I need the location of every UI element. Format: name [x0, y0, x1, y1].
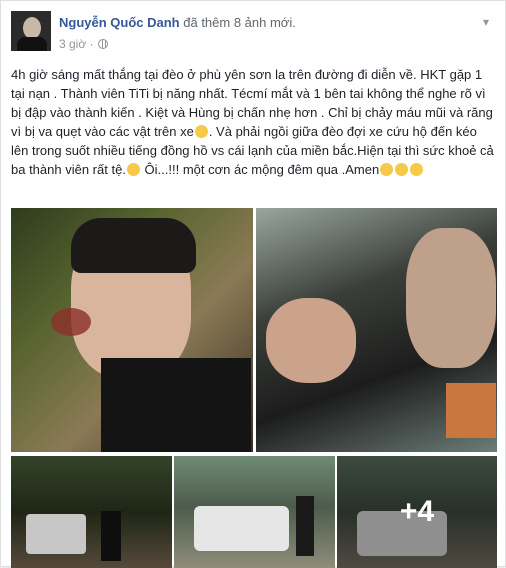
photo-2-face-shape	[266, 298, 356, 383]
photo-1-wound-shape	[51, 308, 91, 336]
more-photos-count: +4	[399, 495, 435, 528]
post-action: đã thêm 8 ảnh mới.	[183, 15, 296, 30]
photo-1-hair-shape	[71, 218, 196, 273]
more-photos-overlay[interactable]: +4	[337, 456, 497, 568]
photo-4-person-shape	[296, 496, 314, 556]
photo-3-person-shape	[101, 511, 121, 561]
sad-emoji-icon	[126, 163, 140, 176]
photo-1-shirt-shape	[101, 358, 251, 452]
smile-emoji-icon	[395, 163, 409, 176]
post-time[interactable]: 3 giờ ·	[59, 37, 94, 51]
photo-1[interactable]	[11, 208, 253, 452]
photo-2-shoulder-shape	[406, 228, 496, 368]
photo-5[interactable]: +4	[337, 456, 497, 568]
photo-4[interactable]	[174, 456, 335, 568]
globe-icon	[97, 39, 108, 49]
post-paragraph: 4h giờ sáng mất thắng tại đèo ở phù yên …	[11, 65, 497, 179]
photo-4-car-shape	[194, 506, 289, 551]
avatar[interactable]	[11, 11, 51, 51]
photo-2-cloth-shape	[446, 383, 496, 438]
post-text: 4h giờ sáng mất thắng tại đèo ở phù yên …	[11, 65, 497, 179]
photo-3[interactable]	[11, 456, 172, 568]
author-name[interactable]: Nguyễn Quốc Danh	[59, 15, 180, 30]
photo-3-car-shape	[26, 514, 86, 554]
photo-grid: +4	[11, 208, 497, 568]
post-header: Nguyễn Quốc Danh đã thêm 8 ảnh mới.	[59, 15, 296, 30]
smile-emoji-icon	[410, 163, 424, 176]
chevron-down-icon[interactable]: ▾	[479, 15, 493, 29]
crying-emoji-icon	[194, 125, 208, 138]
post-card: Nguyễn Quốc Danh đã thêm 8 ảnh mới. 3 gi…	[0, 0, 506, 568]
smile-emoji-icon	[380, 163, 394, 176]
post-paragraph-text-3: Ôi...!!! một cơn ác mộng đêm qua .Amen	[140, 162, 380, 177]
avatar-face	[23, 17, 41, 39]
photo-2[interactable]	[256, 208, 497, 452]
avatar-body	[17, 37, 47, 51]
post-meta: 3 giờ ·	[59, 37, 108, 51]
